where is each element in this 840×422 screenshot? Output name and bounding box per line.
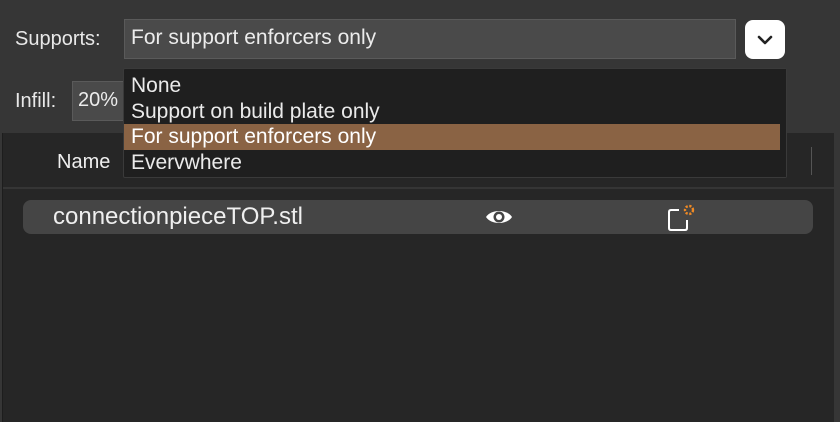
chevron-down-icon <box>757 35 773 44</box>
object-name: connectionpieceTOP.stl <box>53 203 303 230</box>
supports-combo-field[interactable]: For support enforcers only <box>124 19 736 59</box>
menu-option-enforcers[interactable]: For support enforcers only <box>124 124 780 150</box>
header-separator <box>3 187 834 189</box>
supports-dropdown-menu: None Support on build plate only For sup… <box>123 68 787 178</box>
print-settings-window: Supports: For support enforcers only Inf… <box>0 0 840 422</box>
object-row[interactable]: connectionpieceTOP.stl <box>23 200 813 234</box>
infill-label: Infill: <box>15 90 57 112</box>
eye-icon[interactable] <box>484 207 514 227</box>
name-column-header[interactable]: Name <box>57 151 110 174</box>
object-settings-icon[interactable] <box>667 204 697 232</box>
menu-option-build-plate[interactable]: Support on build plate only <box>124 99 780 125</box>
supports-dropdown-button[interactable] <box>745 20 785 59</box>
column-divider <box>811 147 812 175</box>
menu-option-everywhere[interactable]: Evervwhere <box>124 150 780 176</box>
supports-label: Supports: <box>15 28 101 50</box>
infill-field[interactable]: 20% <box>72 81 128 121</box>
menu-option-none[interactable]: None <box>124 73 780 99</box>
menu-scrollbar[interactable] <box>780 69 786 177</box>
